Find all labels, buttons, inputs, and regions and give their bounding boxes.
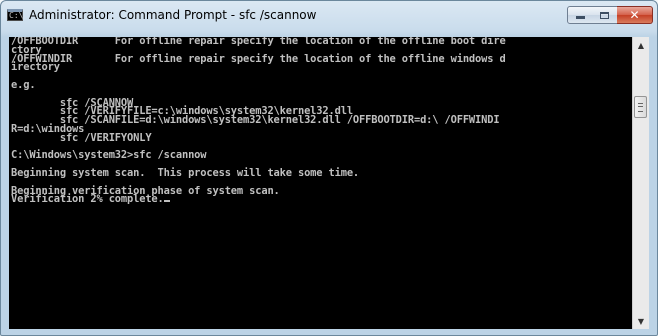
window-title: Administrator: Command Prompt - sfc /sca… (29, 8, 317, 22)
console-line: irectory (11, 61, 60, 74)
text-cursor (163, 200, 170, 203)
scrollbar-thumb[interactable] (634, 96, 647, 118)
console-line: C:\Windows\system32>sfc /scannow (11, 149, 207, 162)
console-line: Beginning system scan. This process will… (11, 166, 360, 179)
scroll-down-icon: ▼ (637, 316, 645, 326)
console-text: /OFFBOOTDIR For offline repair specify t… (9, 37, 632, 204)
grip-icon (638, 103, 643, 112)
maximize-button[interactable] (592, 6, 618, 24)
console-line: e.g. (11, 78, 36, 91)
title-bar[interactable]: C:\ Administrator: Command Prompt - sfc … (1, 1, 657, 31)
minimize-button[interactable] (567, 6, 593, 24)
scroll-up-button[interactable]: ▲ (633, 37, 649, 53)
console-output[interactable]: /OFFBOOTDIR For offline repair specify t… (9, 37, 632, 329)
close-button[interactable]: ✕ (617, 6, 653, 24)
scroll-up-icon: ▲ (637, 40, 645, 50)
close-icon: ✕ (629, 8, 640, 22)
console-line: Verification 2% complete. (11, 194, 632, 204)
minimize-icon (575, 16, 585, 19)
maximize-icon (600, 11, 609, 19)
command-prompt-icon[interactable]: C:\ (7, 9, 23, 21)
vertical-scrollbar[interactable]: ▲ ▼ (632, 37, 649, 329)
console-line: sfc /VERIFYONLY (11, 131, 152, 144)
app-icon-text: C:\ (9, 11, 24, 20)
console-line: /OFFWINDIR For offline repair specify th… (11, 52, 506, 65)
console-line: /OFFBOOTDIR For offline repair specify t… (11, 37, 506, 47)
command-prompt-window: C:\ Administrator: Command Prompt - sfc … (0, 0, 658, 336)
console-line: sfc /SCANFILE=d:\windows\system32\kernel… (11, 114, 500, 127)
scroll-down-button[interactable]: ▼ (633, 313, 649, 329)
